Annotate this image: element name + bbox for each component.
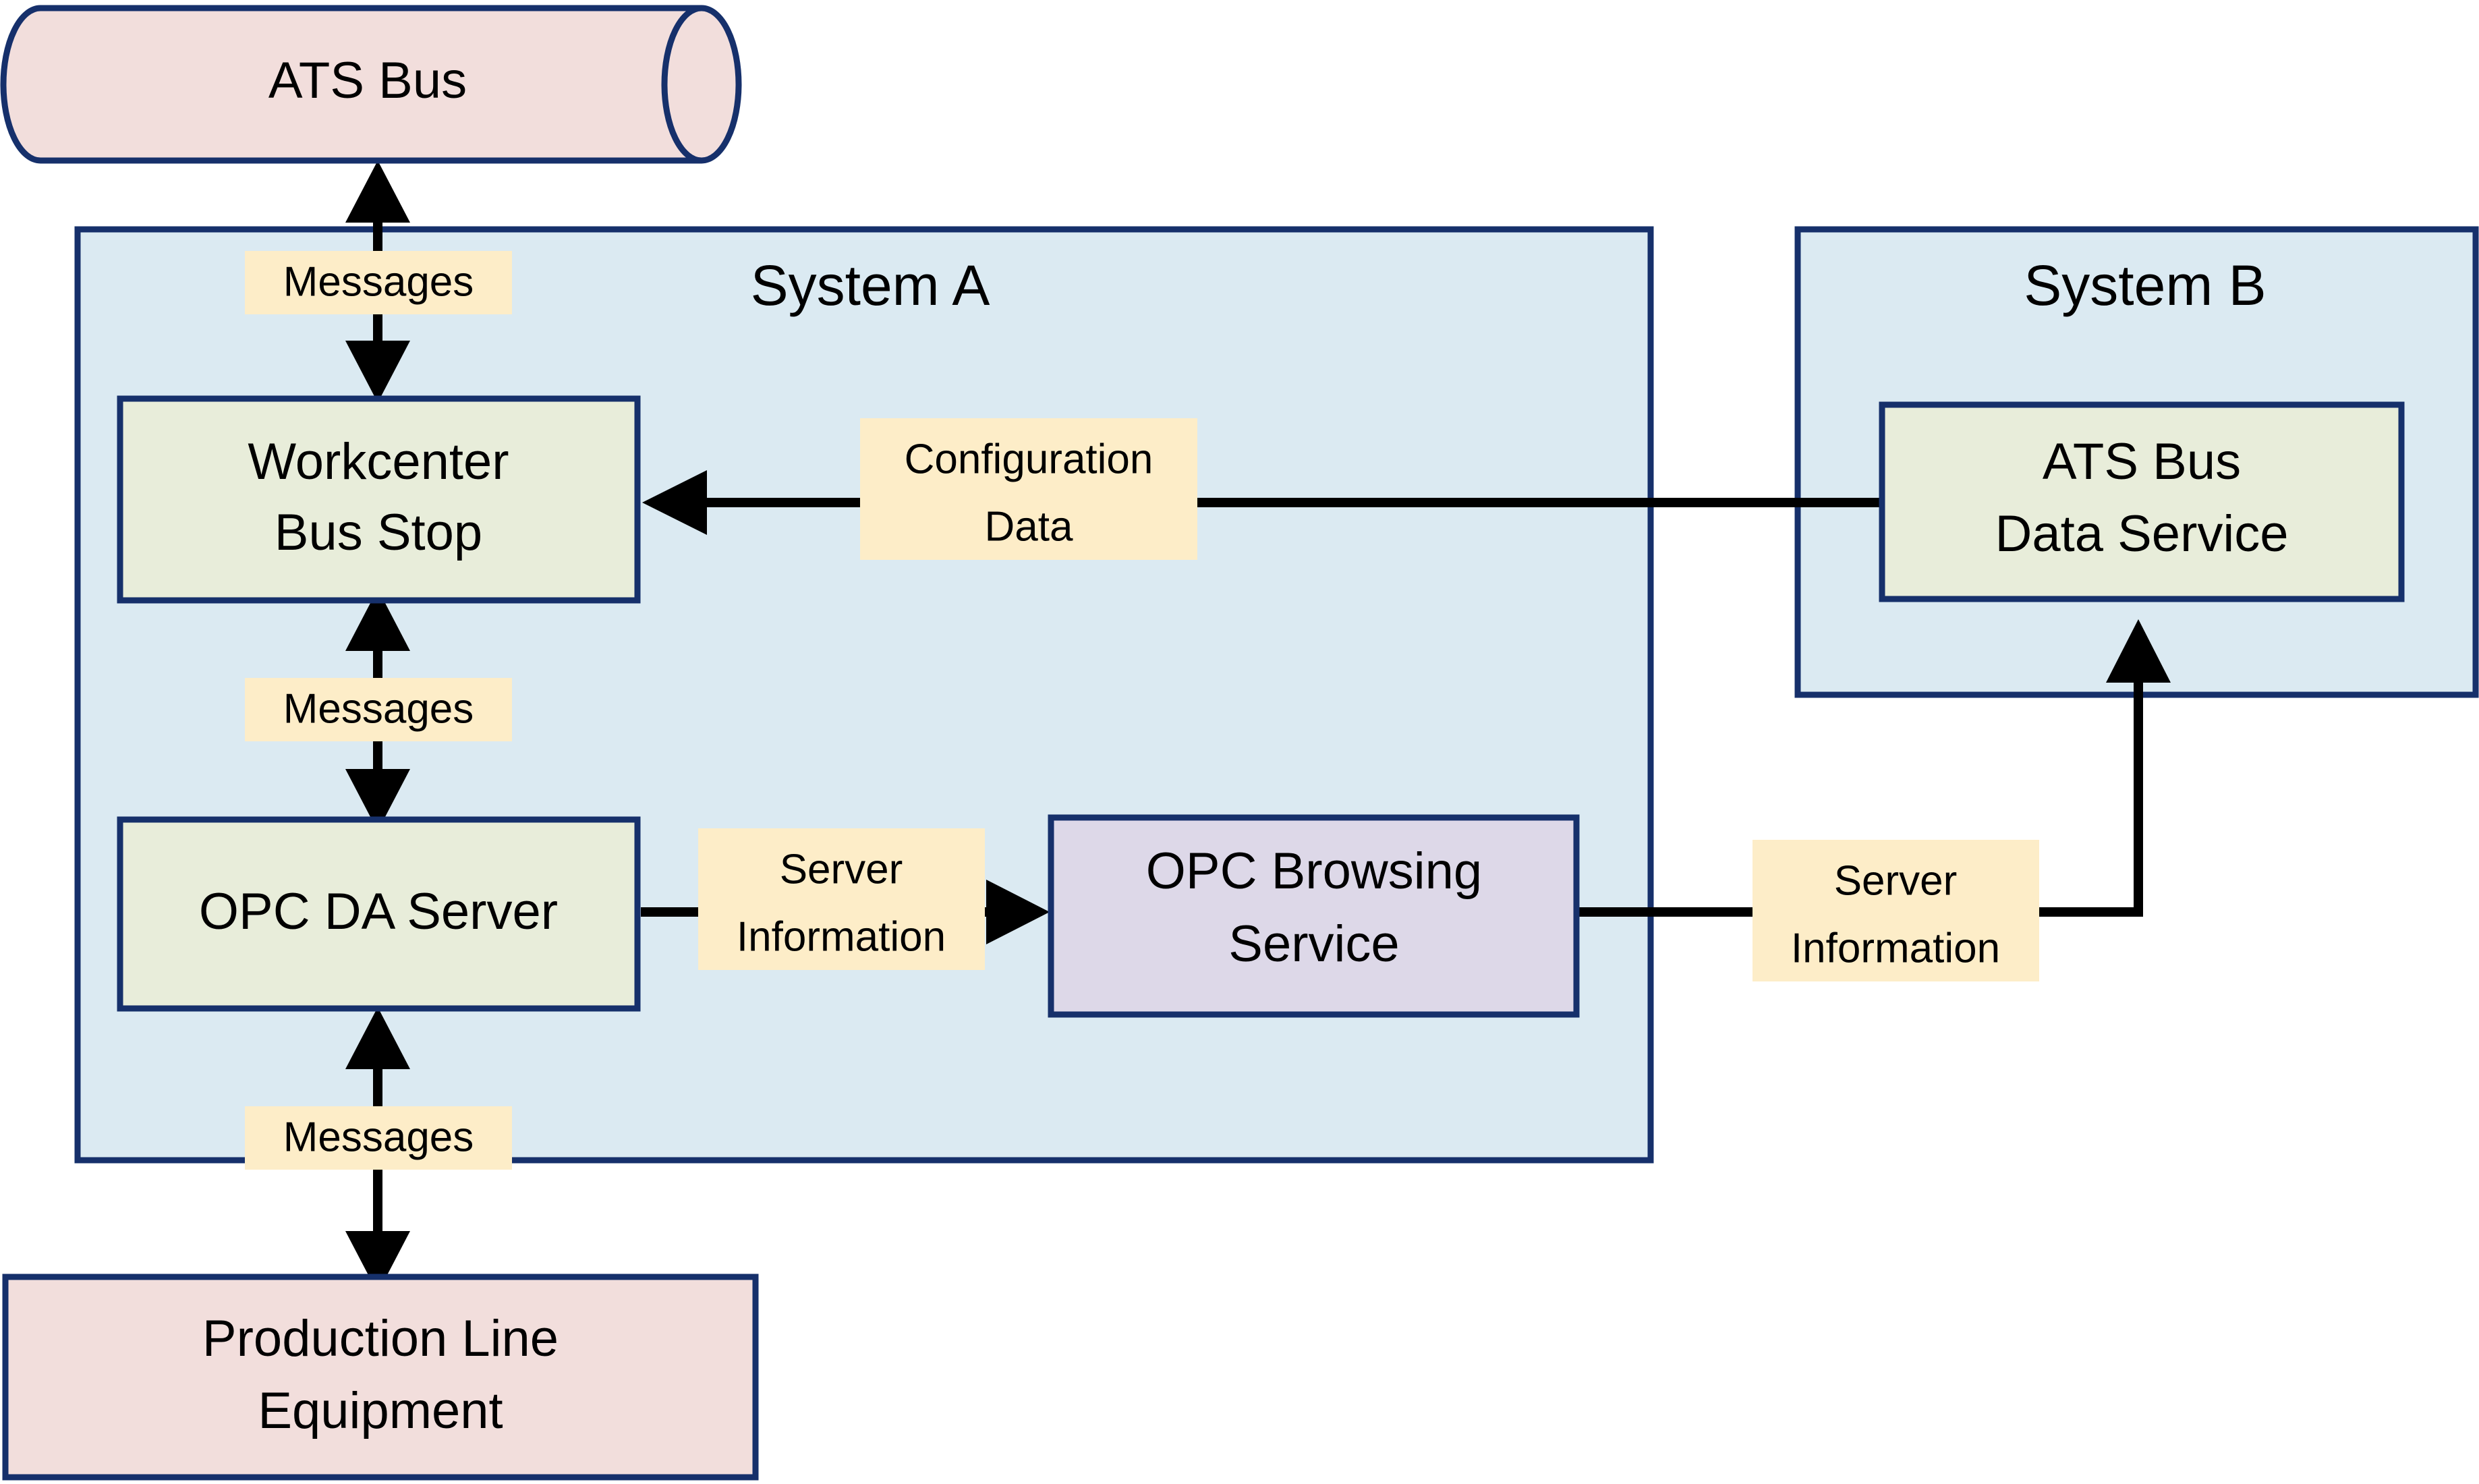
node-workcenter-bus-stop[interactable]: Workcenter Bus Stop bbox=[117, 395, 641, 604]
node-production-line-equipment[interactable]: Production Line Equipment bbox=[2, 1274, 759, 1481]
ats-bus-data-service-label-line2: Data Service bbox=[1995, 505, 2288, 563]
edge-label-server-information-left: Server Information bbox=[698, 828, 985, 970]
workcenter-bus-stop-box[interactable] bbox=[117, 395, 641, 604]
node-ats-bus[interactable]: ATS Bus bbox=[0, 5, 742, 164]
opc-browsing-service-label-line2: Service bbox=[1228, 915, 1399, 973]
edge-label-text: Messages bbox=[283, 1114, 474, 1160]
edge-label-configuration-data: Configuration Data bbox=[860, 418, 1197, 560]
node-opc-browsing-service[interactable]: OPC Browsing Service bbox=[1048, 814, 1580, 1018]
production-line-equipment-box[interactable] bbox=[2, 1274, 759, 1481]
edge-label-server-information-right: Server Information bbox=[1753, 840, 2039, 981]
node-ats-bus-data-service[interactable]: ATS Bus Data Service bbox=[1879, 401, 2405, 602]
production-line-equipment-label-line2: Equipment bbox=[258, 1382, 503, 1439]
arrowhead-up bbox=[345, 161, 410, 223]
node-opc-da-server[interactable]: OPC DA Server bbox=[117, 816, 641, 1012]
system-a-title: System A bbox=[751, 254, 990, 317]
diagram-canvas: System A System B ATS Bus Workcenter Bus… bbox=[0, 0, 2479, 1484]
edge-label-text-line2: Information bbox=[737, 913, 946, 960]
production-line-equipment-label-line1: Production Line bbox=[202, 1310, 559, 1367]
opc-da-server-label: OPC DA Server bbox=[199, 883, 558, 940]
architecture-diagram: System A System B ATS Bus Workcenter Bus… bbox=[0, 5, 2479, 1481]
edge-label-text: Messages bbox=[283, 258, 474, 305]
opc-browsing-service-label-line1: OPC Browsing bbox=[1146, 843, 1482, 900]
edge-label-messages-workcenter: Messages bbox=[245, 678, 512, 741]
ats-bus-label: ATS Bus bbox=[268, 52, 467, 109]
workcenter-bus-stop-label-line2: Bus Stop bbox=[275, 504, 482, 561]
edge-label-text-line1: Server bbox=[1834, 857, 1958, 904]
edge-label-messages-atsbus: Messages bbox=[245, 251, 512, 314]
workcenter-bus-stop-label-line1: Workcenter bbox=[248, 433, 509, 490]
system-b-title: System B bbox=[2024, 254, 2266, 317]
edge-label-text-line1: Server bbox=[780, 846, 903, 892]
ats-bus-data-service-label-line1: ATS Bus bbox=[2043, 433, 2241, 490]
edge-label-text-line2: Information bbox=[1791, 925, 2000, 971]
edge-label-text-line2: Data bbox=[985, 503, 1073, 550]
edge-label-text: Messages bbox=[283, 685, 474, 732]
edge-label-messages-production: Messages bbox=[245, 1106, 512, 1170]
edge-label-text-line1: Configuration bbox=[905, 436, 1153, 482]
